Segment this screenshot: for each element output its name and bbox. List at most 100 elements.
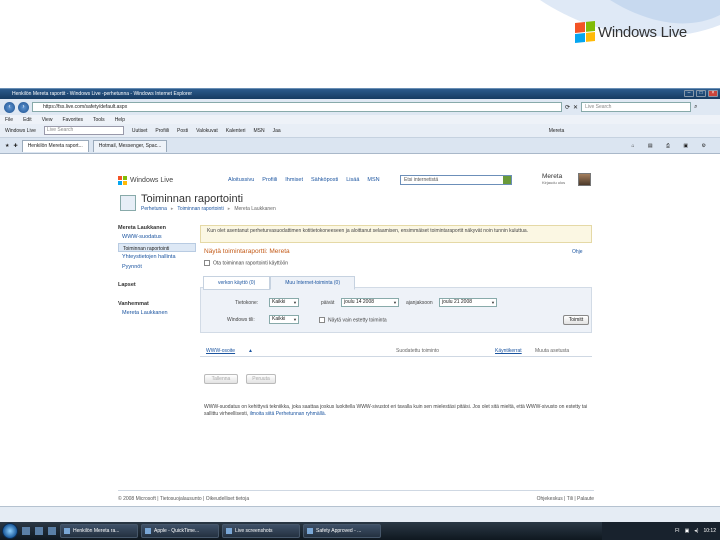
menu-edit[interactable]: Edit <box>23 117 32 123</box>
results-divider <box>200 356 592 357</box>
menu-favorites[interactable]: Favorites <box>62 117 83 123</box>
toolbar-item-posti[interactable]: Posti <box>177 128 188 134</box>
clock[interactable]: 10:12 <box>703 528 716 534</box>
tab-reports[interactable]: Henkilön Mereta raport... <box>21 139 89 152</box>
search-icon[interactable]: ⌕ <box>694 104 697 111</box>
taskbar-item-quicktime[interactable]: Apple - QuickTime... <box>141 524 219 538</box>
blocked-only-option[interactable]: Näytä vain estetty toiminta <box>319 317 387 323</box>
copyright: © 2008 Microsoft <box>118 496 156 502</box>
toolbar-search-input[interactable]: Live Search <box>43 126 124 135</box>
chevron-down-icon: ▼ <box>491 300 495 305</box>
quick-launch-desktop-icon[interactable] <box>22 527 30 535</box>
help-link[interactable]: Ohje <box>572 249 583 255</box>
enable-reporting-checkbox[interactable] <box>204 260 210 266</box>
back-button[interactable]: ‹ <box>4 101 15 113</box>
menu-help[interactable]: Help <box>115 117 125 123</box>
nav-lisaa[interactable]: Lisää <box>346 177 359 183</box>
nav-aloitussivu[interactable]: Aloitussivu <box>228 177 254 183</box>
tab-other-activity[interactable]: Muu Internet-toiminta (0) <box>270 276 355 290</box>
sidebar-item-contacts[interactable]: Yhteystietojen hallinta <box>118 252 196 262</box>
toolbar-item-valokuvat[interactable]: Valokuvat <box>196 128 218 134</box>
nav-sahkoposti[interactable]: Sähköposti <box>311 177 338 183</box>
sign-out-link[interactable]: Kirjaudu ulos <box>542 180 565 185</box>
favorites-star-icon[interactable]: ★ <box>5 143 9 149</box>
taskbar-item-screenshots[interactable]: Live screenshots <box>222 524 300 538</box>
footer-link-help-center[interactable]: Ohjekeskus <box>537 496 563 502</box>
report-issue-link[interactable]: ilmoita siitä Perhetunnan ryhmällä. <box>250 411 326 417</box>
toolbar-item-jaa[interactable]: Jaa <box>273 128 281 134</box>
minimize-button[interactable]: – <box>684 90 694 97</box>
from-date-select[interactable]: joulu 14 2008 ▼ <box>341 298 399 307</box>
nav-ihmiset[interactable]: Ihmiset <box>285 177 303 183</box>
add-favorite-icon[interactable]: ✚ <box>13 143 17 149</box>
taskbar-item-browser[interactable]: Henkilön Mereta ra... <box>60 524 138 538</box>
sidebar-item-www-suodatus[interactable]: WWW-suodatus <box>118 234 196 240</box>
close-button[interactable]: × <box>708 90 718 97</box>
volume-icon[interactable]: ◂) <box>694 528 698 534</box>
language-indicator[interactable]: FI <box>675 528 679 534</box>
quick-launch-ie-icon[interactable] <box>35 527 43 535</box>
stop-icon[interactable]: ✕ <box>573 104 578 111</box>
cancel-button[interactable]: Peruuta <box>246 374 276 384</box>
menu-bar: File Edit View Favorites Tools Help <box>0 115 720 124</box>
avatar[interactable] <box>578 173 591 186</box>
refresh-icon[interactable]: ⟳ <box>565 104 570 111</box>
breadcrumb-perhetunna[interactable]: Perhetunna <box>141 206 167 212</box>
menu-tools[interactable]: Tools <box>93 117 105 123</box>
page-footer: © 2008 Microsoft | Tietosuojalausunto | … <box>118 496 594 502</box>
command-bar-icons[interactable]: ⌂ ▤ ⎙ ▣ ⚙ <box>631 143 712 149</box>
tab-bar: ★ ✚ Henkilön Mereta raport... Hotmail, M… <box>0 138 720 154</box>
info-notice: Kun olet asentanut perheturvasuodattimen… <box>200 225 592 243</box>
footer-link-privacy[interactable]: Tietosuojalausunto <box>160 496 202 502</box>
sidebar-item-reporting[interactable]: Toiminnan raportointi <box>118 243 196 252</box>
quick-launch-switch-icon[interactable] <box>48 527 56 535</box>
blocked-only-checkbox[interactable] <box>319 317 325 323</box>
search-go-button[interactable] <box>503 176 511 184</box>
to-date-label: ajanjaksoon <box>406 300 433 306</box>
column-visits[interactable]: Käyntikerrat <box>495 348 522 354</box>
footer-link-legal[interactable]: Oikeudelliset tietoja <box>206 496 249 502</box>
address-input[interactable]: https://fss.live.com/safety/default.aspx <box>32 102 562 112</box>
breadcrumb-reporting[interactable]: Toiminnan raportointi <box>177 206 223 212</box>
page-brand[interactable]: Windows Live <box>118 176 173 185</box>
sidebar-item-parent[interactable]: Mereta Laukkanen <box>118 310 196 316</box>
toolbar-item-kalenteri[interactable]: Kalenteri <box>226 128 246 134</box>
sidebar-item-requests[interactable]: Pyynnöt <box>118 262 196 272</box>
save-button[interactable]: Tallenna <box>204 374 238 384</box>
account-select[interactable]: Kaikki ▼ <box>269 315 299 324</box>
toolbar-item-profiili[interactable]: Profiili <box>155 128 169 134</box>
enable-reporting-option[interactable]: Ota toiminnan raportointi käyttöön <box>204 260 288 266</box>
toolbar-item-msn[interactable]: MSN <box>254 128 265 134</box>
menu-file[interactable]: File <box>5 117 13 123</box>
menu-view[interactable]: View <box>42 117 53 123</box>
to-date-value: joulu 21 2008 <box>442 299 473 305</box>
start-button[interactable] <box>2 523 18 539</box>
windows-live-logo-text: Windows Live <box>598 23 687 41</box>
apply-button[interactable]: Toimitt <box>563 315 589 325</box>
column-url[interactable]: WWW-osoite <box>206 348 235 354</box>
toolbar-item-uutiset[interactable]: Uutiset <box>132 128 148 134</box>
network-icon[interactable]: ▣ <box>685 528 690 534</box>
user-menu[interactable]: Mereta Kirjaudu ulos <box>542 173 565 185</box>
nav-msn[interactable]: MSN <box>367 177 379 183</box>
to-date-select[interactable]: joulu 21 2008 ▼ <box>439 298 497 307</box>
toolbar-brand[interactable]: Windows Live <box>5 128 36 134</box>
footer-link-account[interactable]: Tili <box>567 496 573 502</box>
tab-web-usage[interactable]: verkon käyttö (0) <box>203 276 271 290</box>
chevron-down-icon: ▼ <box>393 300 397 305</box>
sidebar-section-lapset: Lapset <box>118 282 136 288</box>
web-search-input[interactable]: Etsi internetistä <box>400 175 512 185</box>
taskbar-item-safety[interactable]: Safety Approved - ... <box>303 524 381 538</box>
computer-select[interactable]: Kaikki ▼ <box>269 298 299 307</box>
enable-reporting-label: Ota toiminnan raportointi käyttöön <box>213 260 289 267</box>
tab-hotmail[interactable]: Hotmail, Messenger, Spac... <box>92 139 168 152</box>
status-bar <box>0 506 720 522</box>
nav-profiili[interactable]: Profiili <box>262 177 277 183</box>
maximize-button[interactable]: □ <box>696 90 706 97</box>
footer-link-feedback[interactable]: Palaute <box>577 496 594 502</box>
forward-button[interactable]: › <box>18 101 29 113</box>
live-search-input[interactable]: Live Search <box>581 102 692 112</box>
system-tray: FI ▣ ◂) 10:12 <box>602 522 720 540</box>
toolbar-user[interactable]: Mereta <box>549 128 565 134</box>
sort-asc-icon: ▲ <box>248 348 253 354</box>
